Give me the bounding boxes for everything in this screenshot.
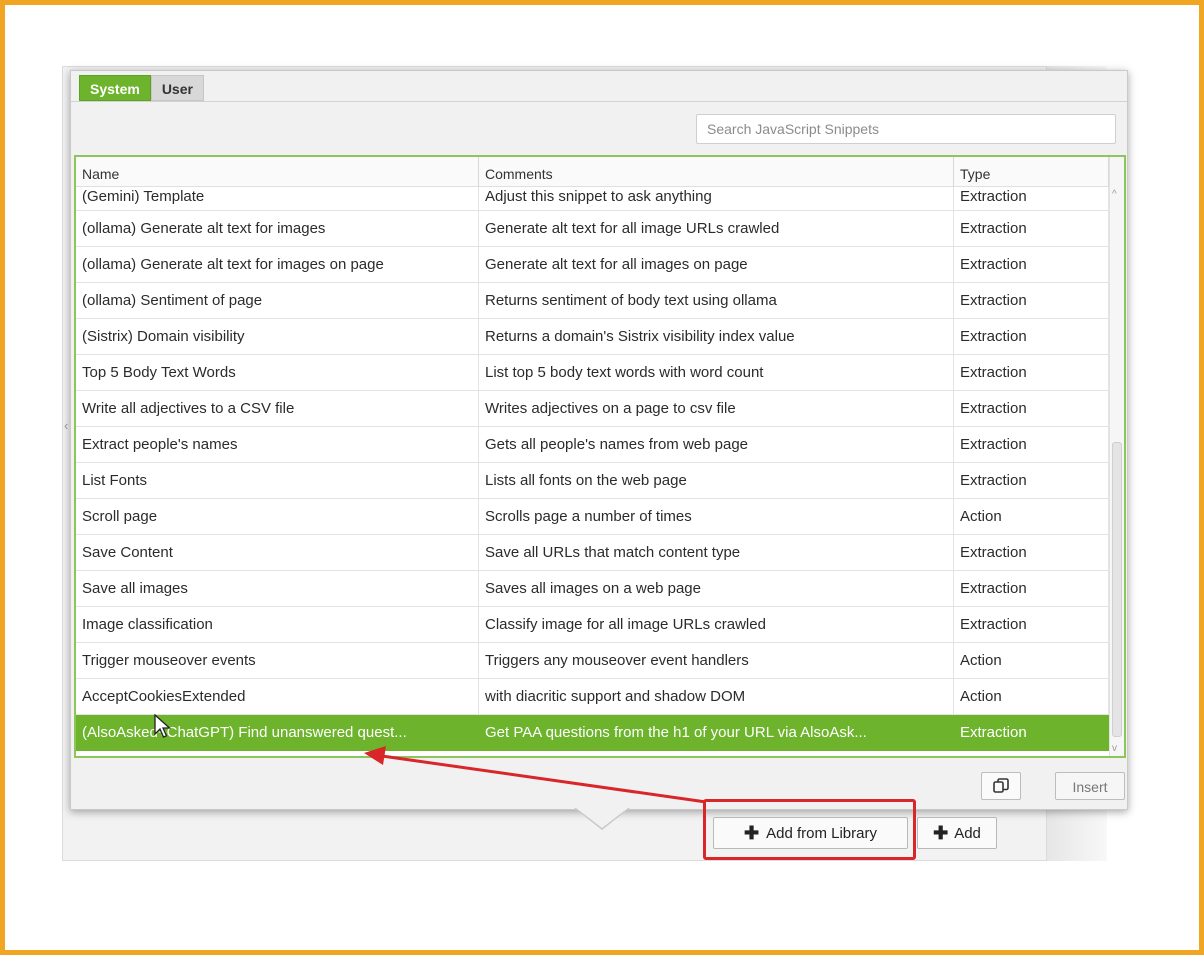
popup-pointer xyxy=(576,808,628,828)
row-type-cell: Extraction xyxy=(954,715,1109,750)
row-type-cell: Extraction xyxy=(954,571,1109,606)
table-row[interactable]: Top 5 Body Text Words List top 5 body tex… xyxy=(76,355,1109,391)
tab-divider xyxy=(71,101,1127,102)
tab-bar: System User xyxy=(79,75,204,101)
row-type-cell: Extraction xyxy=(954,355,1109,390)
snippet-library-popup: System User Name Comments Type (Gemini) … xyxy=(70,70,1128,810)
table-row[interactable]: (Sistrix) Domain visibility Returns a dom… xyxy=(76,319,1109,355)
row-name-cell: Image classification xyxy=(76,607,479,642)
table-scrollbar[interactable]: ^ v xyxy=(1109,157,1124,756)
row-comment-cell: Returns a domain's Sistrix visibility in… xyxy=(479,319,954,354)
row-comment-cell: Classify image for all image URLs crawle… xyxy=(479,607,954,642)
annotation-highlight-box xyxy=(703,799,916,860)
table-row[interactable]: Scroll page Scrolls page a number of time… xyxy=(76,499,1109,535)
row-comment-cell: Generate alt text for all images on page xyxy=(479,247,954,282)
table-row[interactable]: (ollama) Generate alt text for images on… xyxy=(76,247,1109,283)
row-comment-cell: Returns sentiment of body text using oll… xyxy=(479,283,954,318)
scroll-down-icon[interactable]: v xyxy=(1112,743,1117,754)
table-row[interactable]: Save all images Saves all images on a web… xyxy=(76,571,1109,607)
row-type-cell: Extraction xyxy=(954,319,1109,354)
table-row-selected[interactable]: (AlsoAsked+ChatGPT) Find unanswered ques… xyxy=(76,715,1109,751)
tab-system[interactable]: System xyxy=(79,75,151,101)
search-input[interactable] xyxy=(696,114,1116,144)
row-type-cell: Extraction xyxy=(954,427,1109,462)
add-button[interactable]: ✚ Add xyxy=(917,817,997,849)
row-type-cell: Extraction xyxy=(954,607,1109,642)
row-comment-cell: Get PAA questions from the h1 of your UR… xyxy=(479,715,954,750)
row-name-cell: Trigger mouseover events xyxy=(76,643,479,678)
table-row[interactable]: Extract people's names Gets all people's … xyxy=(76,427,1109,463)
row-type-cell: Extraction xyxy=(954,211,1109,246)
row-comment-cell: Generate alt text for all image URLs cra… xyxy=(479,211,954,246)
row-name-cell: Top 5 Body Text Words xyxy=(76,355,479,390)
row-type-cell: Action xyxy=(954,679,1109,714)
row-type-cell: Action xyxy=(954,499,1109,534)
row-name-cell: Save Content xyxy=(76,535,479,570)
row-type-cell: Extraction xyxy=(954,463,1109,498)
row-name-cell: List Fonts xyxy=(76,463,479,498)
row-name-cell: (ollama) Generate alt text for images xyxy=(76,211,479,246)
column-header-type[interactable]: Type xyxy=(954,157,1109,187)
row-name-cell: Extract people's names xyxy=(76,427,479,462)
table-row[interactable]: Save Content Save all URLs that match con… xyxy=(76,535,1109,571)
row-name-cell: (Sistrix) Domain visibility xyxy=(76,319,479,354)
tab-user[interactable]: User xyxy=(150,75,204,101)
table-row[interactable]: List Fonts Lists all fonts on the web pag… xyxy=(76,463,1109,499)
row-type-cell: Extraction xyxy=(954,535,1109,570)
row-type-cell: Extraction xyxy=(954,247,1109,282)
row-name-cell: (ollama) Sentiment of page xyxy=(76,283,479,318)
row-comment-cell: List top 5 body text words with word cou… xyxy=(479,355,954,390)
row-type-cell: Extraction xyxy=(954,187,1109,210)
copy-icon xyxy=(993,778,1009,793)
row-type-cell: Extraction xyxy=(954,283,1109,318)
scroll-up-icon[interactable]: ^ xyxy=(1112,189,1117,200)
row-comment-cell: Save all URLs that match content type xyxy=(479,535,954,570)
column-header-name[interactable]: Name xyxy=(76,157,479,187)
row-comment-cell: Lists all fonts on the web page xyxy=(479,463,954,498)
mouse-pointer-icon xyxy=(154,714,172,738)
insert-button[interactable]: Insert xyxy=(1055,772,1125,800)
row-name-cell: AcceptCookiesExtended xyxy=(76,679,479,714)
row-comment-cell: Triggers any mouseover event handlers xyxy=(479,643,954,678)
row-comment-cell: Scrolls page a number of times xyxy=(479,499,954,534)
snippets-table: Name Comments Type (Gemini) Template Adju… xyxy=(74,155,1126,758)
row-name-cell: (Gemini) Template xyxy=(76,187,479,210)
table-row[interactable]: (Gemini) Template Adjust this snippet to … xyxy=(76,187,1109,211)
scrollbar-thumb[interactable] xyxy=(1112,442,1122,737)
row-comment-cell: with diacritic support and shadow DOM xyxy=(479,679,954,714)
copy-button[interactable] xyxy=(981,772,1021,800)
column-header-comments[interactable]: Comments xyxy=(479,157,954,187)
table-header: Name Comments Type xyxy=(76,157,1124,187)
row-name-cell: (ollama) Generate alt text for images on… xyxy=(76,247,479,282)
row-name-cell: (AlsoAsked+ChatGPT) Find unanswered ques… xyxy=(76,715,479,750)
row-comment-cell: Gets all people's names from web page xyxy=(479,427,954,462)
row-type-cell: Action xyxy=(954,643,1109,678)
table-row[interactable]: Write all adjectives to a CSV file Writes… xyxy=(76,391,1109,427)
row-name-cell: Save all images xyxy=(76,571,479,606)
row-name-cell: Write all adjectives to a CSV file xyxy=(76,391,479,426)
plus-icon: ✚ xyxy=(933,823,949,843)
row-comment-cell: Writes adjectives on a page to csv file xyxy=(479,391,954,426)
table-row[interactable]: AcceptCookiesExtended with diacritic supp… xyxy=(76,679,1109,715)
row-comment-cell: Adjust this snippet to ask anything xyxy=(479,187,954,210)
table-row[interactable]: Image classification Classify image for a… xyxy=(76,607,1109,643)
row-name-cell: Scroll page xyxy=(76,499,479,534)
row-type-cell: Extraction xyxy=(954,391,1109,426)
row-comment-cell: Saves all images on a web page xyxy=(479,571,954,606)
table-row[interactable]: (ollama) Generate alt text for images Gen… xyxy=(76,211,1109,247)
table-row[interactable]: (ollama) Sentiment of page Returns sentim… xyxy=(76,283,1109,319)
table-row[interactable]: Trigger mouseover events Triggers any mou… xyxy=(76,643,1109,679)
add-label: Add xyxy=(954,824,981,842)
